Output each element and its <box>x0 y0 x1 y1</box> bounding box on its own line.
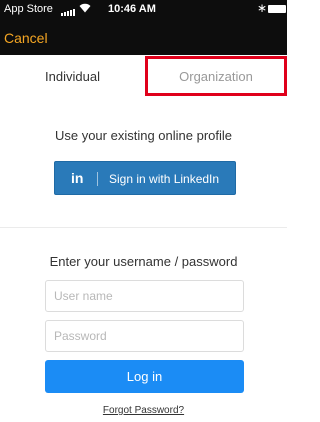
cancel-button[interactable]: Cancel <box>4 30 48 46</box>
login-button[interactable]: Log in <box>45 360 244 393</box>
battery-icon <box>268 5 286 13</box>
linkedin-icon: in <box>71 170 84 186</box>
credentials-prompt: Enter your username / password <box>49 254 238 269</box>
status-time: 10:46 AM <box>108 3 156 15</box>
status-bar: App Store 10:46 AM ∗ <box>0 0 287 18</box>
signal-icon <box>61 8 75 16</box>
online-profile-prompt: Use your existing online profile <box>54 128 233 143</box>
tab-individual[interactable]: Individual <box>0 58 145 96</box>
app-header: App Store 10:46 AM ∗ Cancel <box>0 0 287 55</box>
bluetooth-icon: ∗ <box>257 1 268 15</box>
forgot-password-link[interactable]: Forgot Password? <box>0 405 287 416</box>
section-divider <box>0 227 287 228</box>
linkedin-button-label: Sign in with LinkedIn <box>109 172 220 186</box>
button-separator <box>97 172 98 186</box>
wifi-icon <box>79 3 91 13</box>
username-field[interactable] <box>45 280 244 312</box>
login-screen: App Store 10:46 AM ∗ Cancel Individual O… <box>0 0 287 422</box>
password-field[interactable] <box>45 320 244 352</box>
carrier-label: App Store <box>4 3 53 15</box>
linkedin-sign-in-button[interactable]: in Sign in with LinkedIn <box>54 161 236 195</box>
tab-organization[interactable]: Organization <box>145 58 287 96</box>
